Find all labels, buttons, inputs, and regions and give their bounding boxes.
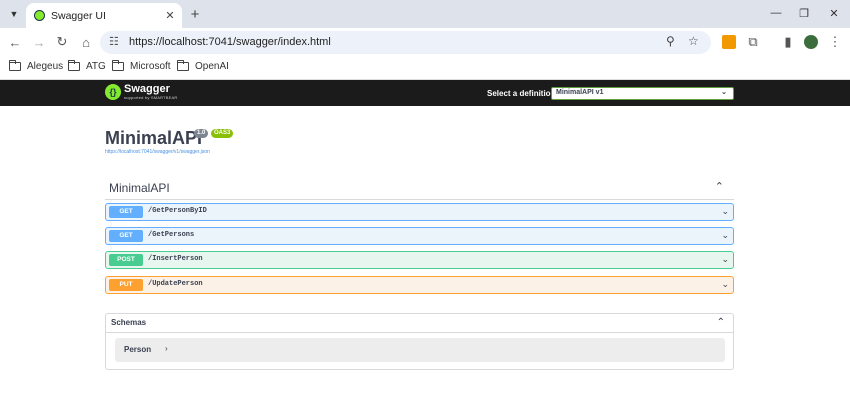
extensions-puzzle-icon[interactable]: ⧉ bbox=[744, 33, 762, 51]
schemas-title: Schemas bbox=[111, 318, 147, 327]
chevron-right-icon[interactable]: › bbox=[165, 344, 168, 353]
bookmarks-bar: Alegeus ATG Microsoft OpenAI bbox=[0, 56, 850, 80]
bookmark-label: Microsoft bbox=[130, 61, 171, 72]
browser-tab[interactable]: Swagger UI ✕ bbox=[26, 3, 182, 28]
folder-icon bbox=[176, 60, 189, 71]
new-tab-icon[interactable]: + bbox=[186, 5, 204, 23]
chevron-up-icon[interactable]: ⌃ bbox=[715, 180, 724, 193]
swagger-logo-icon: {} bbox=[105, 84, 121, 100]
chevron-down-icon[interactable]: ⌄ bbox=[721, 206, 729, 217]
side-panel-icon[interactable]: ▮ bbox=[779, 33, 797, 51]
method-badge: GET bbox=[109, 206, 143, 218]
extension-icon[interactable] bbox=[722, 35, 736, 49]
schemas-header[interactable]: Schemas ⌃ bbox=[106, 314, 733, 333]
profile-avatar[interactable] bbox=[804, 35, 818, 49]
chevron-down-icon[interactable]: ⌄ bbox=[721, 254, 729, 265]
bookmark-folder[interactable]: Alegeus bbox=[8, 60, 64, 72]
restore-icon[interactable]: ❐ bbox=[790, 4, 818, 22]
site-info-icon[interactable]: ☷ bbox=[109, 35, 119, 48]
bookmark-folder[interactable]: OpenAI bbox=[176, 60, 229, 72]
bookmark-star-icon[interactable]: ☆ bbox=[688, 34, 699, 48]
bookmark-folder[interactable]: Microsoft bbox=[111, 60, 171, 72]
folder-icon bbox=[67, 60, 80, 71]
operation-update-person[interactable]: PUT /UpdatePerson ⌄ bbox=[105, 276, 734, 294]
reload-icon[interactable]: ↻ bbox=[53, 33, 71, 51]
spec-url-link[interactable]: https://localhost:7041/swagger/v1/swagge… bbox=[105, 149, 210, 155]
tag-name: MinimalAPI bbox=[109, 181, 170, 195]
method-badge: POST bbox=[109, 254, 143, 266]
operation-path: /InsertPerson bbox=[148, 255, 203, 263]
swagger-logo[interactable]: {} Swagger supported by SMARTBEAR bbox=[105, 84, 177, 100]
menu-kebab-icon[interactable]: ⋮ bbox=[826, 33, 844, 51]
minimize-icon[interactable]: — bbox=[762, 4, 790, 22]
chevron-down-icon: ⌄ bbox=[721, 89, 727, 96]
bookmark-folder[interactable]: ATG bbox=[67, 60, 106, 72]
definition-value: MinimalAPI v1 bbox=[556, 89, 604, 96]
tab-title: Swagger UI bbox=[51, 9, 106, 22]
chevron-down-icon[interactable]: ⌄ bbox=[721, 279, 729, 290]
bookmark-label: ATG bbox=[86, 61, 106, 72]
folder-icon bbox=[111, 60, 124, 71]
operation-get-person-by-id[interactable]: GET /GetPersonByID ⌄ bbox=[105, 203, 734, 221]
model-name: Person bbox=[124, 345, 152, 354]
oas-badge: OAS3 bbox=[211, 129, 234, 138]
tab-close-icon[interactable]: ✕ bbox=[162, 9, 178, 22]
zoom-search-icon[interactable]: ⚲ bbox=[666, 34, 675, 48]
back-icon[interactable]: ← bbox=[6, 33, 24, 51]
swagger-brand: Swagger bbox=[124, 83, 170, 95]
operation-path: /GetPersons bbox=[148, 231, 195, 239]
swagger-favicon-icon bbox=[34, 10, 45, 21]
url-text[interactable]: https://localhost:7041/swagger/index.htm… bbox=[129, 36, 331, 48]
operation-insert-person[interactable]: POST /InsertPerson ⌄ bbox=[105, 251, 734, 269]
version-badge: 1.0 bbox=[194, 129, 209, 138]
method-badge: PUT bbox=[109, 279, 143, 291]
folder-icon bbox=[8, 60, 21, 71]
address-bar[interactable]: ☷ https://localhost:7041/swagger/index.h… bbox=[100, 31, 711, 54]
api-title: MinimalAPI bbox=[105, 128, 203, 148]
tag-section-header[interactable]: MinimalAPI ⌃ bbox=[105, 178, 734, 200]
definition-select[interactable]: MinimalAPI v1 ⌄ bbox=[551, 87, 734, 100]
definition-label: Select a definition bbox=[487, 89, 556, 98]
operation-path: /UpdatePerson bbox=[148, 280, 203, 288]
method-badge: GET bbox=[109, 230, 143, 242]
bookmark-label: OpenAI bbox=[195, 61, 229, 72]
browser-toolbar: ← → ↻ ⌂ ☷ https://localhost:7041/swagger… bbox=[0, 28, 850, 56]
operation-path: /GetPersonByID bbox=[148, 207, 207, 215]
forward-icon[interactable]: → bbox=[30, 33, 48, 51]
swagger-brand-sub: supported by SMARTBEAR bbox=[124, 95, 178, 100]
schemas-section: Schemas ⌃ Person › bbox=[105, 313, 734, 370]
operation-get-persons[interactable]: GET /GetPersons ⌄ bbox=[105, 227, 734, 245]
tab-bar: ▼ Swagger UI ✕ + — ❐ ✕ bbox=[0, 0, 850, 28]
chevron-up-icon[interactable]: ⌃ bbox=[717, 317, 725, 328]
tab-search-chevron-icon[interactable]: ▼ bbox=[6, 6, 22, 22]
swagger-topbar: {} Swagger supported by SMARTBEAR Select… bbox=[0, 80, 850, 106]
home-icon[interactable]: ⌂ bbox=[77, 33, 95, 51]
bookmark-label: Alegeus bbox=[27, 61, 64, 72]
chevron-down-icon[interactable]: ⌄ bbox=[721, 230, 729, 241]
close-window-icon[interactable]: ✕ bbox=[820, 4, 848, 22]
model-person[interactable]: Person › bbox=[115, 338, 725, 362]
